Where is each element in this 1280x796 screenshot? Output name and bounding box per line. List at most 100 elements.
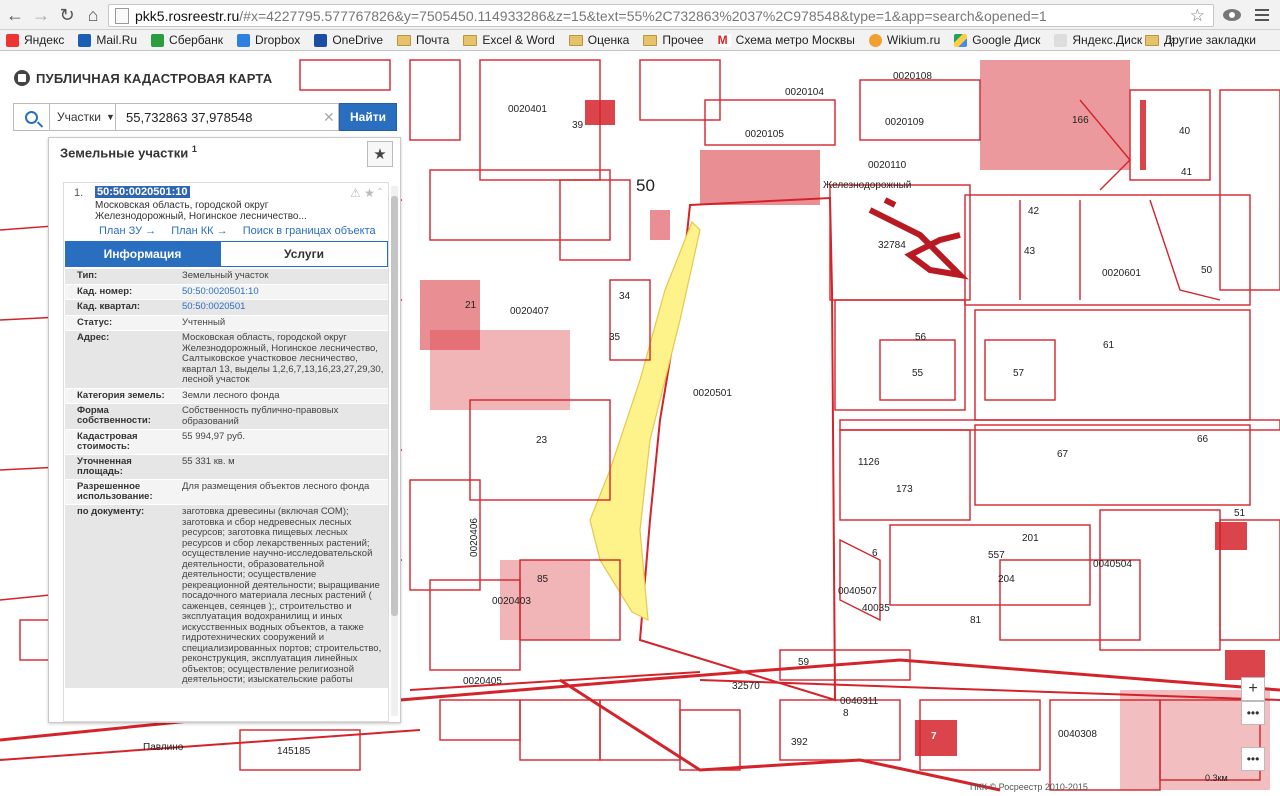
table-row: Кад. номер: 50:50:0020501:10 bbox=[65, 284, 388, 300]
map-label: 59 bbox=[798, 657, 810, 668]
bookmark-otsenka[interactable]: Оценка bbox=[568, 33, 629, 47]
map-label: 0020403 bbox=[492, 596, 531, 607]
bookmark-onedrive[interactable]: OneDrive bbox=[314, 33, 383, 47]
address-bar[interactable]: pkk5.rosreestr.ru/#x=4227795.577767826&y… bbox=[108, 4, 1214, 27]
map-label: 51 bbox=[1234, 508, 1246, 519]
bookmark-mailru[interactable]: Mail.Ru bbox=[78, 33, 137, 47]
clear-icon[interactable]: ✕ bbox=[323, 109, 335, 126]
result-tabs: Информация Услуги bbox=[65, 241, 388, 267]
tab-information[interactable]: Информация bbox=[65, 241, 220, 267]
map-label: 32570 bbox=[732, 681, 760, 692]
map-label: 392 bbox=[791, 737, 808, 748]
map-label: 66 bbox=[1197, 434, 1209, 445]
rosreestr-logo-icon bbox=[14, 70, 30, 86]
map-label: 0020401 bbox=[508, 104, 547, 115]
app-title: ПУБЛИЧНАЯ КАДАСТРОВАЯ КАРТА bbox=[36, 70, 273, 86]
bookmark-other[interactable]: Другие закладки bbox=[1145, 33, 1256, 47]
map-label: 39 bbox=[572, 120, 584, 131]
map-label: 0020407 bbox=[510, 306, 549, 317]
map-label: 55 bbox=[912, 368, 924, 379]
yandex-disk-icon bbox=[1054, 33, 1068, 47]
table-row: Тип: Земельный участок bbox=[65, 269, 388, 285]
map-label: 0020109 bbox=[885, 117, 924, 128]
panel-title: Земельные участки 1 bbox=[60, 144, 197, 161]
browser-toolbar: ← → ↻ ⌂ pkk5.rosreestr.ru/#x=4227795.577… bbox=[0, 0, 1280, 30]
map-label: 145185 bbox=[277, 746, 311, 757]
bookmark-yandex[interactable]: Яндекс bbox=[6, 33, 64, 47]
search-input[interactable] bbox=[115, 103, 339, 131]
bookmarks-bar: Яндекс Mail.Ru Сбербанк Dropbox OneDrive… bbox=[0, 30, 1280, 51]
map-label: 50 bbox=[636, 176, 655, 195]
map-label: 166 bbox=[1072, 115, 1089, 126]
zoom-in-button[interactable]: + bbox=[1241, 677, 1265, 701]
caret-down-icon: ▼ bbox=[106, 112, 115, 122]
map-label: 61 bbox=[1103, 340, 1115, 351]
search-bar: Участки ▼ ✕ Найти bbox=[13, 103, 401, 131]
tab-services[interactable]: Услуги bbox=[220, 241, 388, 267]
map-label: 40 bbox=[1179, 126, 1191, 137]
map-label: 0020406 bbox=[468, 518, 480, 557]
map-label: 0020104 bbox=[785, 87, 824, 98]
result-count: 1 bbox=[191, 144, 197, 154]
bookmark-prochee[interactable]: Прочее bbox=[643, 33, 704, 47]
dropbox-icon bbox=[236, 33, 250, 47]
table-row: Кад. квартал: 50:50:0020501 bbox=[65, 300, 388, 316]
menu-icon[interactable] bbox=[1252, 6, 1272, 24]
map-label: Павлино bbox=[143, 742, 184, 753]
scroll-thumb[interactable] bbox=[391, 196, 398, 616]
google-drive-icon bbox=[954, 33, 968, 47]
cadastral-number[interactable]: 50:50:0020501:10 bbox=[95, 186, 190, 198]
search-icon[interactable] bbox=[13, 103, 49, 131]
table-row: по документу: заготовка древесины (включа… bbox=[65, 505, 388, 689]
map-label: 0020601 bbox=[1102, 268, 1141, 279]
map-label: 173 bbox=[896, 484, 913, 495]
copyright: ПКК © Росреестр 2010-2015 bbox=[970, 782, 1088, 792]
layers-menu-icon[interactable]: ••• bbox=[1241, 747, 1265, 771]
favorite-star-button[interactable]: ★ bbox=[367, 141, 393, 167]
more-tools-icon[interactable]: ••• bbox=[1241, 701, 1265, 725]
reload-icon[interactable]: ↻ bbox=[54, 2, 80, 28]
sberbank-icon bbox=[151, 33, 165, 47]
scale-label: 0.3км bbox=[1205, 773, 1228, 783]
table-row: Адрес: Московская область, городской окру… bbox=[65, 331, 388, 389]
map-label: 21 bbox=[465, 300, 477, 311]
folder-icon bbox=[463, 34, 478, 46]
home-icon[interactable]: ⌂ bbox=[80, 2, 106, 28]
find-button[interactable]: Найти bbox=[339, 103, 397, 131]
wikium-icon bbox=[868, 33, 882, 47]
link-plan-kk[interactable]: План КК → bbox=[171, 225, 227, 237]
search-type-select[interactable]: Участки ▼ bbox=[49, 103, 115, 131]
properties-table: Тип: Земельный участок Кад. номер: 50:50:0… bbox=[65, 269, 388, 689]
result-address: Московская область, городской округ Желе… bbox=[95, 200, 307, 222]
table-row: Уточненная площадь: 55 331 кв. м bbox=[65, 455, 388, 480]
map-label: 23 bbox=[536, 435, 548, 446]
bookmark-pochta[interactable]: Почта bbox=[397, 33, 449, 47]
bookmark-excel-word[interactable]: Excel & Word bbox=[463, 33, 555, 47]
map-label: 57 bbox=[1013, 368, 1025, 379]
map-label: 41 bbox=[1181, 167, 1193, 178]
map-label: 0040311 bbox=[840, 696, 879, 707]
bookmark-star-icon[interactable]: ☆ bbox=[1190, 6, 1205, 26]
app-logo[interactable]: ПУБЛИЧНАЯ КАДАСТРОВАЯ КАРТА bbox=[14, 70, 272, 86]
map-label: 67 bbox=[1057, 449, 1069, 460]
bookmark-sberbank[interactable]: Сбербанк bbox=[151, 33, 223, 47]
map-label: 0020110 bbox=[868, 160, 907, 171]
bookmark-yandex-disk[interactable]: Яндекс.Диск bbox=[1054, 33, 1142, 47]
map-label: 81 bbox=[970, 615, 982, 626]
panel-scrollbar[interactable] bbox=[391, 186, 398, 716]
page-icon bbox=[115, 7, 129, 24]
map-label: 35 bbox=[609, 332, 621, 343]
bookmark-google-drive[interactable]: Google Диск bbox=[954, 33, 1040, 47]
bookmark-dropbox[interactable]: Dropbox bbox=[236, 33, 300, 47]
link-plan-zu[interactable]: План ЗУ → bbox=[99, 225, 156, 237]
table-row: Статус: Учтенный bbox=[65, 315, 388, 331]
map-label: 32784 bbox=[878, 240, 906, 251]
extension-eye-icon[interactable] bbox=[1222, 6, 1242, 24]
back-arrow-icon[interactable]: ← bbox=[2, 2, 28, 28]
result-actions-icons[interactable]: ⚠ ★ ˆ bbox=[350, 186, 382, 200]
map-label: Железнодорожный bbox=[823, 180, 912, 191]
map-label: 8 bbox=[843, 708, 849, 719]
bookmark-wikium[interactable]: Wikium.ru bbox=[868, 33, 940, 47]
bookmark-metro[interactable]: M Схема метро Москвы bbox=[717, 33, 855, 47]
forward-arrow-icon[interactable]: → bbox=[28, 2, 54, 28]
